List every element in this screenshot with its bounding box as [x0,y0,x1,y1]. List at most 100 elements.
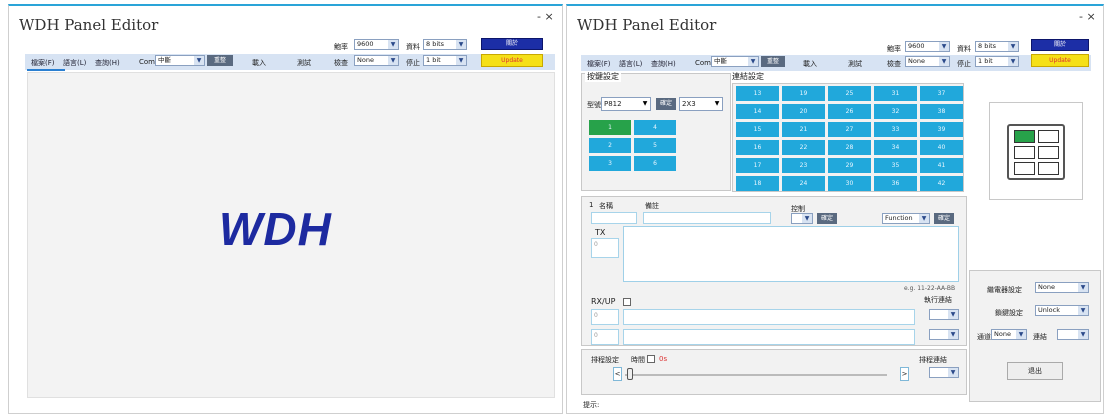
connection-cell[interactable]: 39 [920,122,963,137]
connection-cell[interactable]: 33 [874,122,917,137]
slider-left-button[interactable]: < [613,367,622,381]
function-select[interactable]: Function ▼ [882,213,930,224]
left-window-controls[interactable]: - × [537,10,554,23]
update-button[interactable]: Update [481,54,543,67]
connection-cell[interactable]: 22 [782,140,825,155]
control-select[interactable]: ▼ [791,213,813,224]
update-button[interactable]: Update [1031,54,1089,67]
connection-cell[interactable]: 20 [782,104,825,119]
connection-cell[interactable]: 38 [920,104,963,119]
connection-cell[interactable]: 27 [828,122,871,137]
menu-query[interactable]: 查詢(H) [651,59,676,69]
tx-side-box[interactable]: 0 [591,238,619,258]
note-input[interactable] [643,212,771,224]
baud-select[interactable]: 9600 ▼ [905,41,950,52]
rxup-checkbox[interactable] [623,298,631,306]
about-button[interactable]: 關於 [481,38,543,50]
tx-input[interactable] [623,226,959,282]
rx-side-box-1[interactable]: 0 [591,309,619,325]
com-select[interactable]: 中斷 ▼ [711,56,759,67]
connection-cell[interactable]: 31 [874,86,917,101]
connection-cell[interactable]: 41 [920,158,963,173]
data-value: 8 bits [426,40,445,48]
connection-cell[interactable]: 14 [736,104,779,119]
slider-thumb[interactable] [627,368,633,380]
connection-cell[interactable]: 16 [736,140,779,155]
connection-cell[interactable]: 35 [874,158,917,173]
connection-cell[interactable]: 18 [736,176,779,191]
data-select[interactable]: 8 bits ▼ [423,39,467,50]
key-5[interactable]: 5 [634,138,676,153]
about-button[interactable]: 關於 [1031,39,1089,51]
name-input[interactable] [591,212,637,224]
preview-key-3 [1014,162,1035,175]
time-checkbox[interactable] [647,355,655,363]
menu-language[interactable]: 語言(L) [619,59,642,69]
connection-cell[interactable]: 25 [828,86,871,101]
connection-cell[interactable]: 21 [782,122,825,137]
menu-file[interactable]: 檔案(F) [31,58,55,68]
link-select[interactable]: ▼ [1057,329,1089,340]
key-4[interactable]: 4 [634,120,676,135]
connection-cell[interactable]: 36 [874,176,917,191]
control-confirm-button[interactable]: 確定 [817,213,837,224]
exec-link-select-2[interactable]: ▼ [929,329,959,340]
relay-label: 繼電器設定 [987,286,1022,294]
load-button[interactable]: 載入 [249,58,269,68]
rx-side-box-2[interactable]: 0 [591,329,619,345]
connection-cell[interactable]: 17 [736,158,779,173]
schedule-link-select[interactable]: ▼ [929,367,959,378]
connection-cell[interactable]: 34 [874,140,917,155]
chevron-down-icon: ▼ [640,98,650,110]
stop-select[interactable]: 1 bit ▼ [975,56,1019,67]
connection-cell[interactable]: 19 [782,86,825,101]
schedule-link-label: 排程連結 [919,356,947,364]
right-window-controls[interactable]: - × [1079,10,1096,23]
function-confirm-button[interactable]: 確定 [934,213,954,224]
connection-cell[interactable]: 40 [920,140,963,155]
key-2[interactable]: 2 [589,138,631,153]
connection-cell[interactable]: 37 [920,86,963,101]
key-1[interactable]: 1 [589,120,631,135]
exit-button[interactable]: 退出 [1007,362,1063,380]
connection-cell[interactable]: 30 [828,176,871,191]
relay-select[interactable]: None ▼ [1035,282,1089,293]
load-button[interactable]: 載入 [800,59,820,69]
reconnect-button[interactable]: 重整 [207,55,233,66]
test-button[interactable]: 測試 [845,59,865,69]
menu-query[interactable]: 查詢(H) [95,58,120,68]
slider-right-button[interactable]: > [900,367,909,381]
menu-file[interactable]: 檔案(F) [587,59,611,69]
lock-select[interactable]: Unlock ▼ [1035,305,1089,316]
model-select[interactable]: P812 ▼ [601,97,651,111]
parity-value: None [357,56,374,64]
com-label: Com [695,59,711,67]
key-6[interactable]: 6 [634,156,676,171]
rx-input-1[interactable] [623,309,915,325]
connection-cell[interactable]: 32 [874,104,917,119]
data-select[interactable]: 8 bits ▼ [975,41,1019,52]
test-button[interactable]: 測試 [294,58,314,68]
connection-cell[interactable]: 26 [828,104,871,119]
connection-cell[interactable]: 42 [920,176,963,191]
rx-input-2[interactable] [623,329,915,345]
model-confirm-button[interactable]: 確定 [656,98,676,110]
com-select[interactable]: 中斷 ▼ [155,55,205,66]
menu-language[interactable]: 語言(L) [63,58,86,68]
key-3[interactable]: 3 [589,156,631,171]
connection-cell[interactable]: 24 [782,176,825,191]
baud-select[interactable]: 9600 ▼ [354,39,399,50]
channel-select[interactable]: None ▼ [991,329,1027,340]
connection-cell[interactable]: 29 [828,158,871,173]
connection-cell[interactable]: 23 [782,158,825,173]
parity-select[interactable]: None ▼ [354,55,399,66]
parity-select[interactable]: None ▼ [905,56,950,67]
reconnect-button[interactable]: 重整 [761,56,785,67]
exec-link-select-1[interactable]: ▼ [929,309,959,320]
connection-cell[interactable]: 28 [828,140,871,155]
stop-select[interactable]: 1 bit ▼ [423,55,467,66]
connection-cell[interactable]: 15 [736,122,779,137]
stop-label: 停止 [406,59,420,67]
connection-cell[interactable]: 13 [736,86,779,101]
layout-select[interactable]: 2X3 ▼ [679,97,723,111]
